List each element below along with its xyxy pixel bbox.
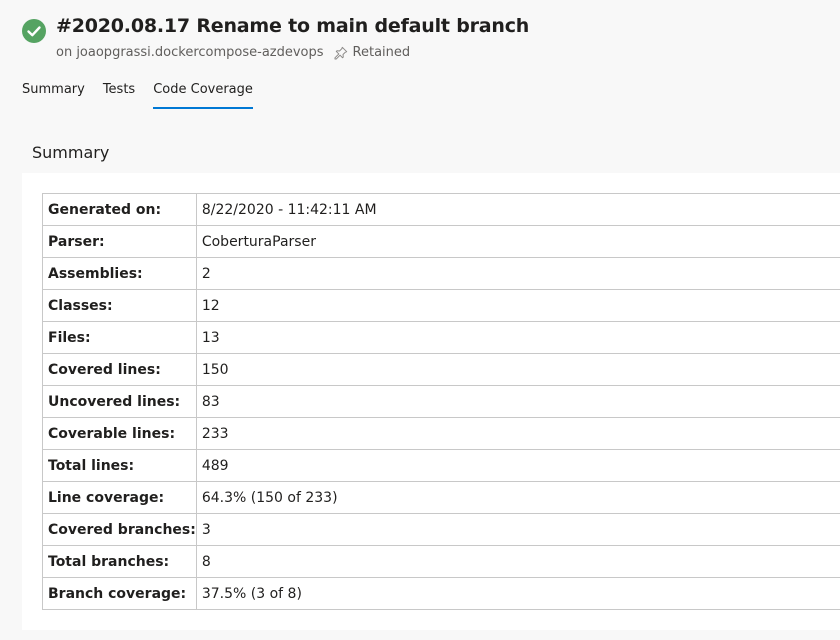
row-value: 233	[195, 417, 840, 450]
build-header: #2020.08.17 Rename to main default branc…	[0, 0, 840, 124]
row-label: Files:	[42, 321, 197, 354]
tab-tests[interactable]: Tests	[103, 78, 135, 109]
tab-bar: Summary Tests Code Coverage	[22, 78, 271, 109]
table-row: Uncovered lines: 83	[42, 385, 840, 418]
row-label: Covered branches:	[42, 513, 197, 546]
coverage-summary-table: Generated on: 8/22/2020 - 11:42:11 AM Pa…	[42, 193, 840, 610]
row-value: 2	[195, 257, 840, 290]
row-value: 150	[195, 353, 840, 386]
row-label: Total branches:	[42, 545, 197, 578]
row-label: Total lines:	[42, 449, 197, 482]
check-circle-icon	[22, 19, 46, 43]
row-value: 37.5% (3 of 8)	[195, 577, 840, 610]
row-label: Generated on:	[42, 193, 197, 226]
row-label: Line coverage:	[42, 481, 197, 514]
row-label: Coverable lines:	[42, 417, 197, 450]
row-value: 64.3% (150 of 233)	[195, 481, 840, 514]
table-row: Branch coverage: 37.5% (3 of 8)	[42, 577, 840, 610]
table-row: Covered lines: 150	[42, 353, 840, 386]
row-label: Branch coverage:	[42, 577, 197, 610]
table-row: Coverable lines: 233	[42, 417, 840, 450]
table-row: Covered branches: 3	[42, 513, 840, 546]
row-value: 13	[195, 321, 840, 354]
row-label: Uncovered lines:	[42, 385, 197, 418]
table-row: Classes: 12	[42, 289, 840, 322]
row-value: 83	[195, 385, 840, 418]
section-title: Summary	[32, 143, 110, 162]
table-row: Generated on: 8/22/2020 - 11:42:11 AM	[42, 193, 840, 226]
row-label: Assemblies:	[42, 257, 197, 290]
table-row: Parser: CoberturaParser	[42, 225, 840, 258]
table-row: Files: 13	[42, 321, 840, 354]
row-value: 8	[195, 545, 840, 578]
row-value: 3	[195, 513, 840, 546]
row-label: Covered lines:	[42, 353, 197, 386]
table-row: Assemblies: 2	[42, 257, 840, 290]
table-row: Total branches: 8	[42, 545, 840, 578]
build-subtitle: on joaopgrassi.dockercompose-azdevops Re…	[56, 45, 410, 60]
pin-icon	[334, 46, 347, 60]
row-label: Classes:	[42, 289, 197, 322]
row-value: 12	[195, 289, 840, 322]
tab-summary[interactable]: Summary	[22, 78, 85, 109]
retained-label: Retained	[352, 45, 411, 60]
page-title: #2020.08.17 Rename to main default branc…	[56, 15, 530, 37]
repository-link[interactable]: on joaopgrassi.dockercompose-azdevops	[56, 45, 324, 60]
coverage-summary-panel: Generated on: 8/22/2020 - 11:42:11 AM Pa…	[22, 173, 840, 630]
row-label: Parser:	[42, 225, 197, 258]
tab-code-coverage[interactable]: Code Coverage	[153, 78, 253, 109]
row-value: 489	[195, 449, 840, 482]
table-row: Total lines: 489	[42, 449, 840, 482]
row-value: CoberturaParser	[195, 225, 840, 258]
row-value: 8/22/2020 - 11:42:11 AM	[195, 193, 840, 226]
table-row: Line coverage: 64.3% (150 of 233)	[42, 481, 840, 514]
